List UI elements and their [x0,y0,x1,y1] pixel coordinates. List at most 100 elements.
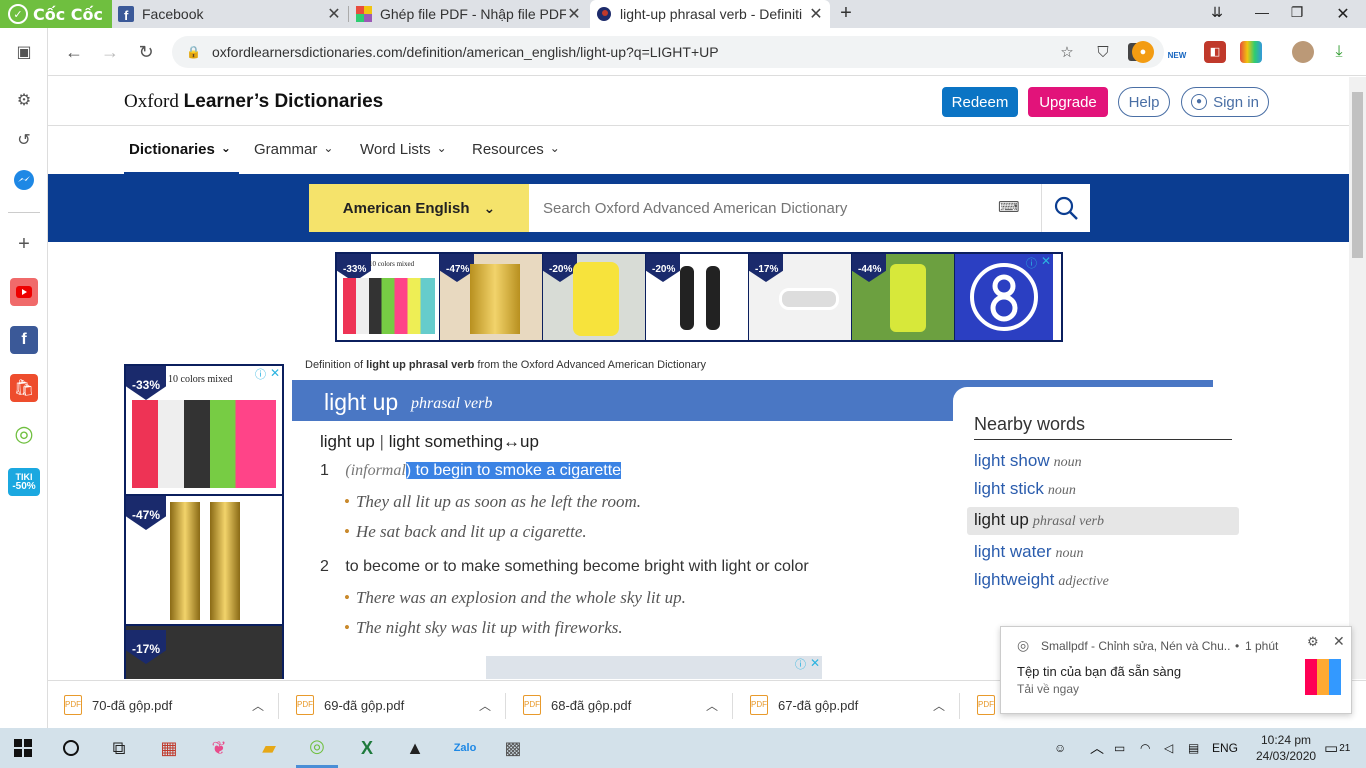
scrollbar-thumb[interactable] [1352,92,1363,258]
dictionary-search-input[interactable] [529,184,1041,232]
search-button[interactable] [1041,184,1090,232]
ad-close-icon[interactable]: ✕ [270,366,280,380]
new-tab-button[interactable]: + [836,2,856,26]
upgrade-button[interactable]: Upgrade [1028,87,1108,117]
keyboard-tray-icon[interactable]: ▤ [1188,728,1199,768]
reload-button[interactable]: ↻ [134,40,158,64]
ad-info-icon[interactable]: ⓘ [1026,255,1037,271]
notification-settings-icon[interactable]: ⚙ [1307,634,1319,650]
ad-info-icon[interactable]: ⓘ [795,656,806,672]
download-item[interactable]: PDF 68-đã gộp.pdf ︿ [523,681,718,729]
ad-info-icon[interactable]: ⓘ [255,366,266,382]
battery-icon[interactable]: ▭ [1114,728,1125,768]
nearby-word-link[interactable]: light show noun [974,451,1082,471]
side-ad[interactable]: -33% 10 colors mixed ⓘ ✕ -47% -17% [124,364,284,679]
ad-close-icon[interactable]: ✕ [810,656,820,670]
nearby-word-link[interactable]: light stick noun [974,479,1076,499]
minimize-icon[interactable]: — [1252,4,1272,24]
close-window-icon[interactable]: ✕ [1333,4,1353,24]
smallpdf-notification[interactable]: ◎ Smallpdf - Chỉnh sửa, Nén và Chu... • … [1000,626,1352,714]
ad-product-2[interactable]: -47% [440,254,543,340]
tab-oxford[interactable]: light-up phrasal verb - Definiti ✕ [590,0,830,28]
nav-grammar[interactable]: Grammar ⌄ [254,141,333,175]
tray-chevron-up-icon[interactable]: ︿ [1090,728,1104,768]
bookmark-star-icon[interactable]: ☆ [1056,43,1078,61]
tiki-icon[interactable]: TIKI -50% [8,468,40,496]
help-button[interactable]: Help [1118,87,1170,117]
ad-product-5[interactable]: -17% [749,254,852,340]
lock-icon[interactable]: 🔒 [186,45,201,59]
clock[interactable]: 10:24 pm 24/03/2020 [1256,732,1316,764]
site-logo[interactable]: Oxford Learner’s Dictionaries [124,91,383,113]
coccoc-menu-button[interactable]: ✓ Cốc Cốc [0,0,112,28]
redeem-button[interactable]: Redeem [942,87,1018,117]
chevron-up-icon[interactable]: ︿ [479,697,491,714]
extension-new-icon[interactable]: NEW [1166,41,1188,63]
volume-icon[interactable]: ◁ [1164,728,1173,768]
ad-banner-strip[interactable]: -33% 10 colors mixed -47% -20% -20% -17%… [335,252,1063,342]
side-ad-product-1[interactable]: -33% 10 colors mixed ⓘ ✕ [126,366,282,496]
maximize-icon[interactable]: ❐ [1287,4,1307,24]
nav-word-lists[interactable]: Word Lists ⌄ [360,141,447,175]
coccoc-shortcut-icon[interactable]: ◎ [10,420,38,448]
url-text[interactable]: oxfordlearnersdictionaries.com/definitio… [212,44,1056,60]
ad-close-icon[interactable]: ✕ [1041,254,1051,268]
dictionary-language-select[interactable]: American English ⌄ [309,184,529,232]
add-shortcut-icon[interactable]: + [10,230,38,258]
chevron-up-icon[interactable]: ︿ [252,697,264,714]
nav-resources[interactable]: Resources ⌄ [472,141,560,175]
bottom-ad[interactable]: ⓘ ✕ [486,656,822,679]
back-button[interactable]: ← [62,40,86,64]
chevron-up-icon[interactable]: ︿ [706,697,718,714]
action-center-icon[interactable]: ▭ 21 [1324,728,1350,768]
shopee-icon[interactable]: 🛍 [10,374,38,402]
chevron-up-icon[interactable]: ︿ [933,697,945,714]
side-ad-product-2[interactable]: -47% [126,496,282,626]
extension-colorful-icon[interactable] [1240,41,1262,63]
keyboard-icon[interactable]: ⌨ [998,198,1022,216]
ad-product-6[interactable]: -44% [852,254,955,340]
ad-product-1[interactable]: -33% 10 colors mixed [337,254,440,340]
coccoc-taskbar-icon[interactable]: ◎ [296,728,338,768]
address-bar[interactable]: 🔒 oxfordlearnersdictionaries.com/definit… [172,36,1164,68]
side-ad-product-3[interactable]: -17% [126,626,282,679]
ad-product-3[interactable]: -20% [543,254,646,340]
downloads-arrow-icon[interactable]: ⤓ [1328,41,1350,63]
extension-red-icon[interactable]: ◧ [1204,41,1226,63]
app-icon-1[interactable]: ▦ [148,728,190,768]
notification-close-icon[interactable]: ✕ [1333,633,1345,650]
settings-gear-icon[interactable]: ⚙ [10,86,38,114]
excel-icon[interactable]: X [346,728,388,768]
tab-search-icon[interactable]: ⇊ [1207,4,1227,24]
profile-avatar[interactable] [1292,41,1314,63]
zalo-icon[interactable]: Zalo [444,728,486,768]
search-circle-icon[interactable] [50,728,92,768]
tab-pdf-merge[interactable]: Ghép file PDF - Nhập file PDF ✕ [350,0,588,28]
nearby-word-link[interactable]: light water noun [974,542,1083,562]
windows-start-icon[interactable] [2,728,44,768]
notification-body[interactable]: Tải về ngay [1017,682,1079,696]
ad-brand-logo[interactable]: ⓘ ✕ [955,254,1053,340]
sign-in-button[interactable]: ● Sign in [1181,87,1269,117]
app-icon-2[interactable]: ❦ [198,728,240,768]
nav-dictionaries[interactable]: Dictionaries ⌄ [124,141,239,175]
wifi-icon[interactable]: ◠ [1140,728,1150,768]
sidebar-toggle-icon[interactable]: ▣ [10,38,38,66]
download-item[interactable]: PDF 69-đã gộp.pdf ︿ [296,681,491,729]
youtube-icon[interactable] [10,278,38,306]
extension-chrome-icon[interactable]: ● [1132,41,1154,63]
tab-facebook[interactable]: f Facebook ✕ [112,0,348,28]
app-icon-3[interactable]: ▩ [492,728,534,768]
photos-icon[interactable]: ▲ [394,728,436,768]
forward-button[interactable]: → [98,40,122,64]
shield-icon[interactable]: ⛉ [1092,44,1114,61]
task-view-icon[interactable]: ⧉ [98,728,140,768]
facebook-shortcut-icon[interactable]: f [10,326,38,354]
close-tab-icon[interactable]: ✕ [566,4,582,24]
download-item[interactable]: PDF 70-đã gộp.pdf ︿ [64,681,264,729]
input-language[interactable]: ENG [1212,728,1238,768]
people-icon[interactable]: ☺ [1054,728,1066,768]
nearby-word-current[interactable]: light up phrasal verb [974,510,1104,530]
close-tab-icon[interactable]: ✕ [808,4,824,24]
download-item[interactable]: PDF 67-đã gộp.pdf ︿ [750,681,945,729]
